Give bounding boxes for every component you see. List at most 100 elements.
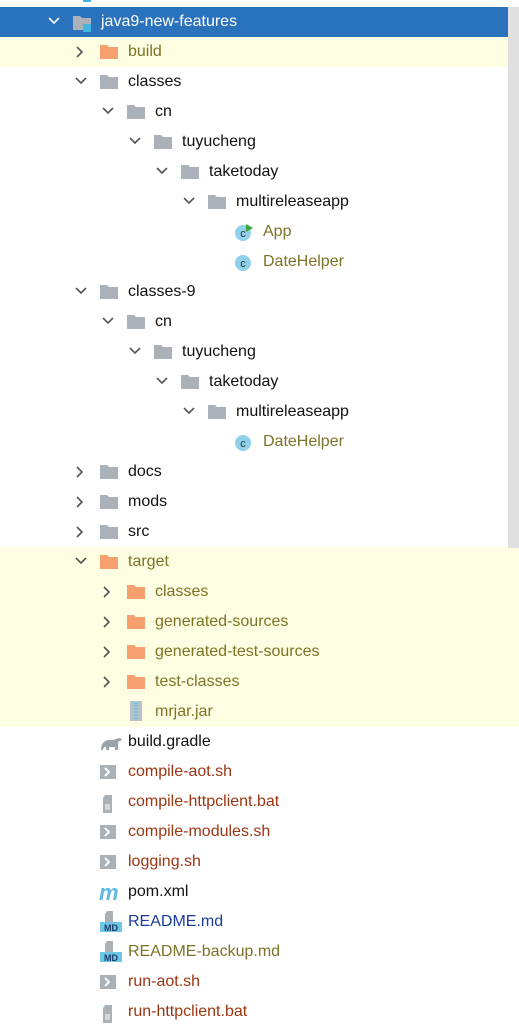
tree-node-label: cn <box>155 313 172 330</box>
shell-script-icon <box>99 764 117 780</box>
tree-node-label: build.gradle <box>128 733 211 750</box>
tree-node[interactable]: classes <box>0 577 519 607</box>
class-icon: c <box>234 434 252 451</box>
tree-node-label: DateHelper <box>263 253 344 270</box>
tree-node-label: compile-httpclient.bat <box>128 793 280 810</box>
tree-node[interactable]: docs <box>0 457 519 487</box>
chevron-down-icon[interactable] <box>75 286 87 296</box>
chevron-down-icon[interactable] <box>129 346 141 356</box>
chevron-right-icon[interactable] <box>102 676 112 688</box>
chevron-down-icon[interactable] <box>183 196 195 206</box>
text-file-icon <box>99 794 117 813</box>
folder-orange-icon <box>99 554 118 570</box>
svg-text:c: c <box>240 228 246 240</box>
tree-node[interactable]: compile-httpclient.bat <box>0 787 519 817</box>
tree-node[interactable]: generated-test-sources <box>0 637 519 667</box>
tree-node[interactable]: logging.sh <box>0 847 519 877</box>
tree-node-label: docs <box>128 463 162 480</box>
chevron-right-icon[interactable] <box>75 46 85 58</box>
tree-node[interactable]: run-aot.sh <box>0 967 519 997</box>
folder-orange-icon <box>126 644 145 660</box>
chevron-right-icon[interactable] <box>75 496 85 508</box>
tree-node-label: target <box>128 553 169 570</box>
tree-node-label: classes <box>155 583 209 600</box>
chevron-right-icon[interactable] <box>75 526 85 538</box>
tree-node[interactable]: build <box>0 37 519 67</box>
svg-text:c: c <box>240 438 246 450</box>
tree-node-label: tuyucheng <box>182 133 256 150</box>
folder-icon <box>153 344 172 360</box>
tree-node[interactable] <box>0 0 519 7</box>
maven-icon: m <box>99 880 119 905</box>
chevron-down-icon[interactable] <box>75 556 87 566</box>
tree-node[interactable]: tuyucheng <box>0 127 519 157</box>
markdown-icon: MD <box>99 941 122 963</box>
folder-icon <box>207 194 226 210</box>
folder-icon <box>126 314 145 330</box>
tree-node[interactable]: MD README.md <box>0 907 519 937</box>
tree-node[interactable]: mrjar.jar <box>0 697 519 727</box>
folder-icon <box>99 524 118 540</box>
chevron-down-icon[interactable] <box>183 406 195 416</box>
chevron-right-icon[interactable] <box>102 586 112 598</box>
tree-node-label: tuyucheng <box>182 343 256 360</box>
tree-node-label: run-aot.sh <box>128 973 201 990</box>
tree-node[interactable]: compile-modules.sh <box>0 817 519 847</box>
tree-node[interactable]: mods <box>0 487 519 517</box>
tree-node[interactable]: cn <box>0 307 519 337</box>
tree-node-label: test-classes <box>155 673 240 690</box>
chevron-down-icon[interactable] <box>102 106 114 116</box>
chevron-down-icon[interactable] <box>129 136 141 146</box>
tree-node-label: multireleaseapp <box>236 403 349 420</box>
chevron-down-icon[interactable] <box>156 166 168 176</box>
chevron-down-icon[interactable] <box>75 76 87 86</box>
tree-node[interactable]: target <box>0 547 519 577</box>
tree-node[interactable]: multireleaseapp <box>0 397 519 427</box>
vertical-scrollbar[interactable] <box>508 7 519 548</box>
folder-icon <box>99 494 118 510</box>
tree-node-label: README.md <box>128 913 224 930</box>
svg-text:m: m <box>99 884 119 902</box>
tree-node[interactable]: generated-sources <box>0 607 519 637</box>
tree-node-label: taketoday <box>209 163 279 180</box>
tree-node-label: compile-modules.sh <box>128 823 271 840</box>
project-tree[interactable]: java9-new-features build classes cn tuyuchen… <box>0 0 519 1027</box>
chevron-right-icon[interactable] <box>102 616 112 628</box>
tree-node[interactable]: cn <box>0 97 519 127</box>
shell-script-icon <box>99 854 117 870</box>
tree-node[interactable]: classes <box>0 67 519 97</box>
tree-node-label: taketoday <box>209 373 279 390</box>
tree-node[interactable]: src <box>0 517 519 547</box>
tree-node[interactable]: m pom.xml <box>0 877 519 907</box>
tree-node[interactable]: taketoday <box>0 157 519 187</box>
tree-node[interactable]: compile-aot.sh <box>0 757 519 787</box>
tree-node[interactable]: build.gradle <box>0 727 519 757</box>
tree-node-label: pom.xml <box>128 883 189 900</box>
tree-node-label: mrjar.jar <box>155 703 213 720</box>
text-file-icon <box>99 1004 117 1023</box>
chevron-down-icon[interactable] <box>102 316 114 326</box>
svg-text:c: c <box>240 258 246 270</box>
tree-node[interactable]: taketoday <box>0 367 519 397</box>
tree-node[interactable]: multireleaseapp <box>0 187 519 217</box>
tree-node[interactable]: java9-new-features <box>0 7 519 37</box>
tree-node[interactable]: tuyucheng <box>0 337 519 367</box>
tree-node[interactable]: MD README-backup.md <box>0 937 519 967</box>
chevron-right-icon[interactable] <box>102 646 112 658</box>
folder-icon <box>99 74 118 90</box>
class-runnable-icon: c <box>234 224 253 241</box>
folder-icon <box>126 104 145 120</box>
chevron-down-icon[interactable] <box>156 376 168 386</box>
chevron-right-icon[interactable] <box>75 466 85 478</box>
tree-node-label: App <box>263 223 292 240</box>
tree-node[interactable]: test-classes <box>0 667 519 697</box>
tree-node[interactable]: c App <box>0 217 519 247</box>
tree-node[interactable]: classes-9 <box>0 277 519 307</box>
folder-orange-icon <box>126 584 145 600</box>
tree-node-label: generated-sources <box>155 613 289 630</box>
tree-node[interactable]: c DateHelper <box>0 247 519 277</box>
chevron-down-icon[interactable] <box>48 16 60 26</box>
folder-icon <box>207 404 226 420</box>
tree-node[interactable]: c DateHelper <box>0 427 519 457</box>
gradle-icon <box>99 734 122 750</box>
